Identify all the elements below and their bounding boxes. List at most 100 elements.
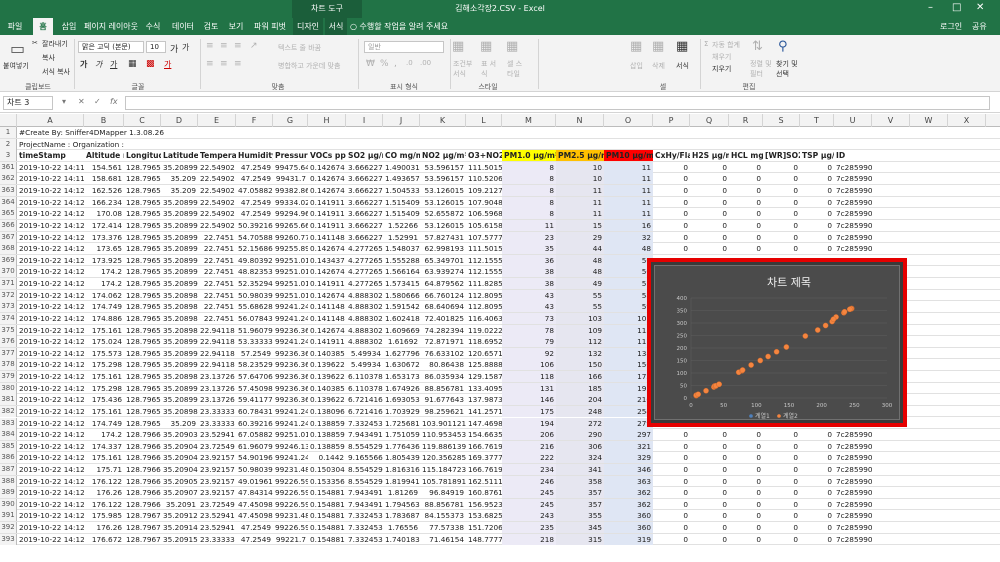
- data-cell[interactable]: 2019-10-22 14:12: [17, 371, 84, 382]
- data-cell[interactable]: 35.209: [161, 185, 198, 196]
- data-cell[interactable]: 35.20903: [161, 429, 198, 440]
- format-painter-button[interactable]: 서식 복사: [42, 67, 70, 77]
- data-cell[interactable]: 111.5015: [466, 243, 502, 254]
- data-cell[interactable]: 166.7619: [466, 441, 502, 452]
- data-cell[interactable]: 99236.36: [273, 383, 308, 394]
- copy-button[interactable]: 복사: [42, 53, 55, 63]
- data-cell[interactable]: 107.5777: [466, 232, 502, 243]
- data-cell[interactable]: 246: [502, 475, 556, 487]
- find-select-button[interactable]: 찾기 및 선택: [776, 59, 798, 79]
- data-cell[interactable]: 3.666227: [346, 220, 383, 231]
- data-cell[interactable]: 0.141911: [308, 208, 346, 219]
- conditional-format-button[interactable]: 조건부 서식: [453, 59, 473, 79]
- row-header[interactable]: 392: [0, 522, 17, 534]
- row-header[interactable]: 384: [0, 429, 17, 441]
- data-cell[interactable]: 216: [502, 440, 556, 452]
- data-cell[interactable]: 99241.24: [273, 406, 308, 417]
- data-cell[interactable]: 128.7966: [124, 487, 161, 498]
- data-cell[interactable]: 0.142674: [308, 290, 346, 301]
- meta-cell[interactable]: ProjectName : Organization :: [17, 139, 417, 150]
- close-icon[interactable]: ✕: [976, 2, 984, 13]
- tell-me-box[interactable]: ○ 수행할 작업을 알려 주세요: [350, 18, 448, 35]
- data-cell[interactable]: 2019-10-22 14:12: [17, 406, 84, 417]
- data-cell[interactable]: 50: [604, 254, 653, 266]
- fill-color-icon[interactable]: ▩: [146, 59, 155, 69]
- data-cell[interactable]: 47.05882: [236, 185, 273, 196]
- data-cell[interactable]: 1.653173: [383, 371, 420, 382]
- data-cell[interactable]: 0.139622: [308, 359, 346, 370]
- data-cell[interactable]: 0: [729, 243, 763, 254]
- data-cell[interactable]: 0: [800, 220, 834, 231]
- accounting-icon[interactable]: ₩: [366, 59, 375, 69]
- data-cell[interactable]: 76.633102: [420, 348, 466, 359]
- data-cell[interactable]: 43: [502, 289, 556, 301]
- data-cell[interactable]: 2019-10-22 14:12: [17, 487, 84, 498]
- data-cell[interactable]: 51: [604, 278, 653, 290]
- data-cell[interactable]: 35.20899: [161, 220, 198, 231]
- data-cell[interactable]: 47.2549: [236, 522, 273, 533]
- column-header-j[interactable]: J: [383, 114, 420, 127]
- autosum-button[interactable]: 자동 합계: [712, 40, 740, 50]
- data-cell[interactable]: 0.154881: [308, 487, 346, 498]
- data-cell[interactable]: 112.1555: [466, 255, 502, 266]
- data-cell[interactable]: 2019-10-22 14:12: [17, 243, 84, 254]
- data-cell[interactable]: 7c285990: [834, 220, 872, 231]
- data-cell[interactable]: 99221.7: [273, 534, 308, 545]
- data-cell[interactable]: 74.282394: [420, 325, 466, 336]
- header-cell[interactable]: Pressure h: [273, 150, 308, 161]
- sort-filter-button[interactable]: 정렬 및 필터: [750, 59, 772, 79]
- enter-icon[interactable]: ✓: [94, 97, 101, 106]
- data-cell[interactable]: 103.901121: [420, 418, 466, 429]
- font-grow-icon[interactable]: 가: [170, 42, 178, 55]
- data-cell[interactable]: 8.554529: [346, 476, 383, 487]
- row-header[interactable]: 383: [0, 417, 17, 429]
- data-cell[interactable]: 35.20904: [161, 441, 198, 452]
- data-cell[interactable]: 91.677643: [420, 394, 466, 405]
- data-cell[interactable]: 106: [502, 359, 556, 371]
- data-cell[interactable]: 175.436: [84, 394, 124, 405]
- data-cell[interactable]: 174.2: [84, 266, 124, 277]
- data-cell[interactable]: 0: [763, 232, 800, 243]
- data-cell[interactable]: 35.20898: [161, 313, 198, 324]
- header-cell[interactable]: ID: [834, 150, 872, 161]
- header-cell[interactable]: VOCs ppm: [308, 150, 346, 161]
- data-cell[interactable]: 32: [604, 231, 653, 243]
- data-cell[interactable]: 174.062: [84, 290, 124, 301]
- data-cell[interactable]: 125.8888: [466, 359, 502, 370]
- data-cell[interactable]: 175.161: [84, 371, 124, 382]
- column-header-m[interactable]: M: [502, 114, 556, 127]
- data-cell[interactable]: 154.6635: [466, 429, 502, 440]
- data-cell[interactable]: 2019-10-22 14:12: [17, 278, 84, 289]
- data-cell[interactable]: 1.555288: [383, 255, 420, 266]
- tab-chart-design[interactable]: 디자인: [293, 18, 323, 35]
- row-header[interactable]: 389: [0, 487, 17, 499]
- data-cell[interactable]: 0: [653, 162, 690, 173]
- data-cell[interactable]: 0: [763, 197, 800, 208]
- data-cell[interactable]: 0: [653, 232, 690, 243]
- align-bottom-icon[interactable]: ≡: [234, 41, 242, 51]
- data-cell[interactable]: 36: [502, 254, 556, 266]
- data-cell[interactable]: 175.161: [84, 452, 124, 463]
- data-cell[interactable]: 138: [604, 347, 653, 359]
- header-cell[interactable]: CO mg/m: [383, 150, 420, 161]
- data-cell[interactable]: 23.52941: [198, 522, 236, 533]
- data-cell[interactable]: 98.259621: [420, 406, 466, 417]
- data-cell[interactable]: 23.92157: [198, 452, 236, 463]
- scatter-chart[interactable]: 차트 제목 0 50 100 150 200 250 300 350 400 0 50 100 150 20…: [647, 258, 907, 427]
- data-cell[interactable]: 2019-10-22 14:12: [17, 255, 84, 266]
- data-cell[interactable]: 88.856781: [420, 499, 466, 510]
- data-cell[interactable]: 7c285990: [834, 232, 872, 243]
- data-cell[interactable]: 1.693053: [383, 394, 420, 405]
- data-cell[interactable]: 99334.02: [273, 197, 308, 208]
- data-cell[interactable]: 7.943491: [346, 499, 383, 510]
- data-cell[interactable]: 38: [502, 278, 556, 290]
- column-header-h[interactable]: H: [308, 114, 346, 127]
- data-cell[interactable]: 0: [763, 162, 800, 173]
- data-cell[interactable]: 128.7966: [124, 476, 161, 487]
- data-cell[interactable]: 1.548037: [383, 243, 420, 254]
- data-cell[interactable]: 47.2549: [236, 197, 273, 208]
- header-cell[interactable]: CxHy/Flar: [653, 150, 690, 161]
- data-cell[interactable]: 107.9048: [466, 197, 502, 208]
- formula-input[interactable]: [125, 96, 990, 110]
- data-cell[interactable]: 48: [556, 266, 604, 278]
